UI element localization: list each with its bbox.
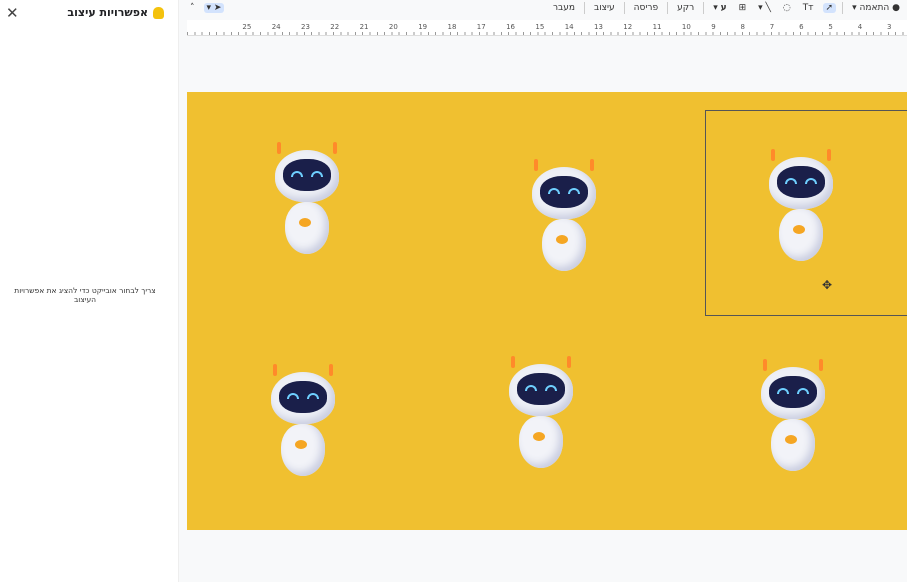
lightbulb-icon [153,6,164,19]
panel-title: אפשרויות עיצוב [67,6,148,19]
ruler-tick-label: 7 [769,23,775,31]
select-tool-icon[interactable]: ➚ [822,3,837,13]
theme-button[interactable]: עיצוב [591,3,618,13]
shape-icon[interactable]: ◌ [780,3,794,13]
close-icon[interactable]: ✕ [6,4,19,22]
robot-image[interactable] [753,359,833,477]
format-options-panel: אפשרויות עיצוב ✕ צריך לבחור אובייקט כדי … [0,0,179,582]
ruler-tick-label: 20 [388,23,398,31]
divider [703,2,705,14]
font-icon[interactable]: ע ▾ [710,3,729,13]
ruler-tick-label: 12 [623,23,633,31]
comment-icon[interactable]: ⊞ [736,3,750,13]
ruler-tick-label: 15 [535,23,545,31]
fit-label: התאמה [859,3,890,13]
ruler-tick-label: 25 [242,23,252,31]
ruler-tick-label: 19 [418,23,428,31]
ruler-tick-label: 11 [652,23,662,31]
divider [583,2,585,14]
ruler-tick-label: 21 [359,23,369,31]
divider [623,2,625,14]
ruler-tick-label: 5 [828,23,833,31]
ruler-tick-label: 3 [887,23,892,31]
ruler-tick-label: 14 [564,23,574,31]
text-box-icon[interactable]: Tт [800,3,817,13]
line-icon[interactable]: ╲ ▾ [755,3,774,13]
robot-image[interactable] [263,364,343,482]
ruler-tick-label: 10 [681,23,691,31]
divider [842,2,844,14]
transition-button[interactable]: מעבר [550,3,578,13]
pointer-icon[interactable]: ➤ ▾ [203,3,225,13]
robot-image[interactable] [267,142,347,260]
ruler-tick-label: 17 [476,23,486,31]
ruler-tick-label: 23 [301,23,310,31]
robot-image[interactable] [501,356,581,474]
ruler-tick-label: 9 [711,23,716,31]
move-cursor-icon: ✥ [822,278,833,292]
selection-box[interactable] [705,110,907,316]
ruler-tick-label: 22 [330,23,340,31]
panel-header: אפשרויות עיצוב [67,6,164,19]
ruler-tick-label: 6 [799,23,804,31]
toolbar: ● התאמה ▾ ➚ Tт ◌ ╲ ▾ ⊞ ע ▾ רקע פריסה עיצ… [187,0,907,16]
divider [667,2,669,14]
ruler-tick-label: 24 [271,23,281,31]
layout-button[interactable]: פריסה [631,3,661,13]
ruler-tick-label: 18 [447,23,457,31]
ruler-tick-label: 13 [594,23,603,31]
background-button[interactable]: רקע [674,3,697,13]
ruler-tick-label: 16 [506,23,516,31]
collapse-chevron-icon[interactable]: ˄ [187,3,198,13]
ruler-tick-label: 4 [857,23,863,31]
zoom-fit-button[interactable]: ● התאמה ▾ [849,3,903,13]
ruler-tick-label: 8 [740,23,745,31]
panel-hint: צריך לבחור אובייקט כדי להציג את אפשרויות… [14,286,156,304]
robot-image[interactable] [524,159,604,277]
ruler: 3 4 5 6 7 8 9 10 11 12 13 14 15 16 17 18 19 20 21 22 23 24 25 [187,20,907,36]
